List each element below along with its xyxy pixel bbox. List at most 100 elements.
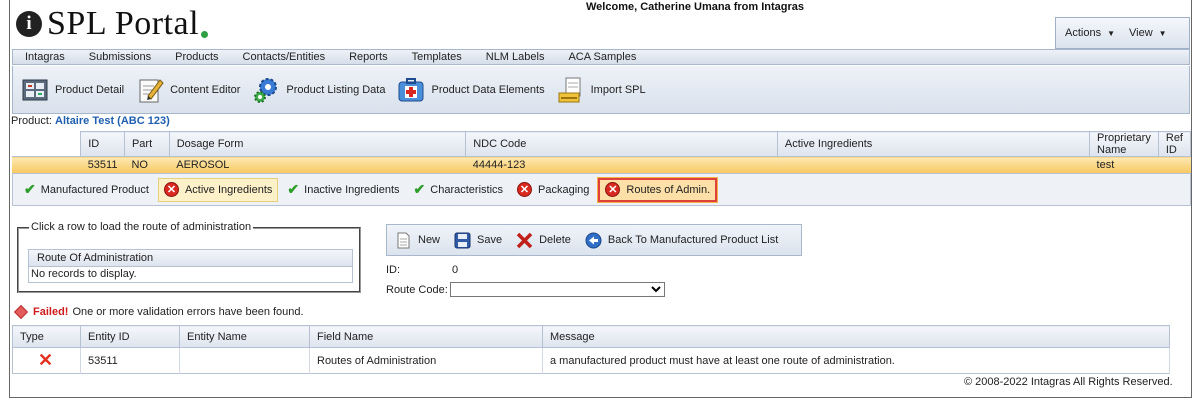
product-toolbar: Product Detail Content Editor Product Li… xyxy=(12,66,1190,114)
route-panel-legend: Click a row to load the route of adminis… xyxy=(29,221,254,233)
actions-view-bar: Actions ▼ View ▼ xyxy=(1055,17,1190,49)
tab-manufactured-product[interactable]: ✔ Manufactured Product xyxy=(19,178,154,202)
col-type[interactable]: Type xyxy=(12,325,81,348)
copyright: © 2008-2022 Intagras All Rights Reserved… xyxy=(964,376,1173,388)
tab-inactive-ingredients[interactable]: ✔ Inactive Ingredients xyxy=(282,178,404,202)
cell-active-ingredients xyxy=(777,156,1090,174)
edit-document-icon xyxy=(136,76,164,104)
col-part[interactable]: Part xyxy=(123,131,170,157)
cell-ref-id xyxy=(1158,156,1191,174)
cell-ndc-code: 44444-123 xyxy=(465,156,778,174)
cell-entity-name xyxy=(179,347,310,374)
tab-packaging[interactable]: ✕ Packaging xyxy=(512,178,594,202)
cell-id: 53511 xyxy=(80,156,125,174)
view-menu[interactable]: View ▼ xyxy=(1129,27,1167,39)
floppy-disk-icon xyxy=(454,232,471,249)
new-button[interactable]: New xyxy=(395,232,440,249)
cell-part: NO xyxy=(124,156,170,174)
product-detail-button[interactable]: Product Detail xyxy=(21,76,124,104)
col-field-name[interactable]: Field Name xyxy=(309,325,543,348)
actions-menu[interactable]: Actions ▼ xyxy=(1065,27,1115,39)
cell-field-name: Routes of Administration xyxy=(309,347,543,374)
id-value: 0 xyxy=(452,264,459,276)
logo-info-icon: i xyxy=(16,11,42,37)
validation-summary: Failed! One or more validation errors ha… xyxy=(13,304,304,320)
back-arrow-icon xyxy=(585,232,602,249)
col-proprietary-name[interactable]: Proprietary Name xyxy=(1089,131,1159,157)
error-icon: ✕ xyxy=(605,182,621,197)
product-tabs: ✔ Manufactured Product ✕ Active Ingredie… xyxy=(12,173,1191,206)
menu-intagras[interactable]: Intagras xyxy=(13,51,77,63)
menu-nlm-labels[interactable]: NLM Labels xyxy=(474,51,557,63)
product-table-header: ID Part Dosage Form NDC Code Active Ingr… xyxy=(12,131,1192,157)
error-icon: ✕ xyxy=(163,182,179,197)
id-row: ID: 0 xyxy=(386,264,458,276)
route-code-row: Route Code: xyxy=(386,282,665,297)
cell-message: a manufactured product must have at leas… xyxy=(542,347,1170,374)
logo[interactable]: i SPL Portal xyxy=(16,4,209,44)
check-icon: ✔ xyxy=(413,181,426,197)
product-table: ID Part Dosage Form NDC Code Active Ingr… xyxy=(12,131,1192,174)
medical-kit-icon xyxy=(397,76,425,104)
route-list-panel: Click a row to load the route of adminis… xyxy=(17,221,361,293)
route-code-label: Route Code: xyxy=(386,283,448,296)
failed-message: One or more validation errors have been … xyxy=(72,306,304,318)
route-actions-toolbar: New Save Delete Back To Manufactured Pro… xyxy=(386,224,802,256)
col-message[interactable]: Message xyxy=(542,325,1170,348)
validation-errors-table: Type Entity ID Entity Name Field Name Me… xyxy=(12,325,1170,374)
chevron-down-icon: ▼ xyxy=(1107,29,1115,38)
menu-contacts-entities[interactable]: Contacts/Entities xyxy=(231,51,338,63)
menu-products[interactable]: Products xyxy=(163,51,230,63)
route-column-header[interactable]: Route Of Administration xyxy=(28,249,353,267)
delete-x-icon xyxy=(516,232,533,249)
table-row[interactable]: ✕ 53511 Routes of Administration a manuf… xyxy=(12,347,1170,374)
col-ndc-code[interactable]: NDC Code xyxy=(465,131,778,157)
col-dosage-form[interactable]: Dosage Form xyxy=(168,131,467,157)
error-x-icon: ✕ xyxy=(38,350,54,370)
col-entity-id[interactable]: Entity ID xyxy=(80,325,180,348)
gears-icon xyxy=(252,76,280,104)
product-data-elements-button[interactable]: Product Data Elements xyxy=(397,76,545,104)
col-id[interactable]: ID xyxy=(80,131,125,157)
menu-aca-samples[interactable]: ACA Samples xyxy=(556,51,648,63)
route-empty-message: No records to display. xyxy=(28,267,353,283)
col-active-ingredients[interactable]: Active Ingredients xyxy=(776,131,1091,157)
save-button[interactable]: Save xyxy=(454,232,502,249)
failed-label: Failed! xyxy=(33,306,69,318)
import-spl-button[interactable]: Import SPL xyxy=(557,76,646,104)
menu-submissions[interactable]: Submissions xyxy=(77,51,163,63)
tab-routes-of-admin[interactable]: ✕ Routes of Admin. xyxy=(597,176,719,203)
tab-active-ingredients[interactable]: ✕ Active Ingredients xyxy=(157,177,279,202)
logo-dot xyxy=(201,30,209,38)
table-row[interactable]: 53511 NO AEROSOL 44444-123 test xyxy=(12,156,1191,174)
menu-reports[interactable]: Reports xyxy=(337,51,400,63)
errors-table-header: Type Entity ID Entity Name Field Name Me… xyxy=(12,325,1170,348)
route-code-select[interactable] xyxy=(449,282,665,297)
delete-button[interactable]: Delete xyxy=(516,232,571,249)
product-name[interactable]: Altaire Test (ABC 123) xyxy=(55,115,170,127)
content-editor-button[interactable]: Content Editor xyxy=(136,76,240,104)
warning-diamond-icon xyxy=(13,304,29,320)
back-to-list-button[interactable]: Back To Manufactured Product List xyxy=(585,232,778,249)
product-indicator: Product: Altaire Test (ABC 123) xyxy=(11,115,170,127)
id-label: ID: xyxy=(386,264,401,276)
check-icon: ✔ xyxy=(287,181,300,197)
product-listing-data-button[interactable]: Product Listing Data xyxy=(252,76,385,104)
menu-templates[interactable]: Templates xyxy=(400,51,474,63)
error-icon: ✕ xyxy=(517,182,533,197)
logo-text: SPL Portal xyxy=(47,5,200,42)
cell-type: ✕ xyxy=(12,347,81,374)
col-entity-name[interactable]: Entity Name xyxy=(179,325,310,348)
chevron-down-icon: ▼ xyxy=(1158,29,1167,38)
cell-proprietary-name: test xyxy=(1089,156,1159,174)
tab-characteristics[interactable]: ✔ Characteristics xyxy=(409,178,508,202)
col-ref-id[interactable]: Ref ID xyxy=(1157,131,1192,157)
product-detail-icon xyxy=(21,76,49,104)
check-icon: ✔ xyxy=(24,181,36,197)
new-document-icon xyxy=(395,232,412,249)
welcome-message: Welcome, Catherine Umana from Intagras xyxy=(586,1,805,13)
cell-dosage-form: AEROSOL xyxy=(169,156,466,174)
cell-entity-id: 53511 xyxy=(80,347,180,374)
import-icon xyxy=(557,76,585,104)
main-menu: Intagras Submissions Products Contacts/E… xyxy=(12,49,1190,65)
